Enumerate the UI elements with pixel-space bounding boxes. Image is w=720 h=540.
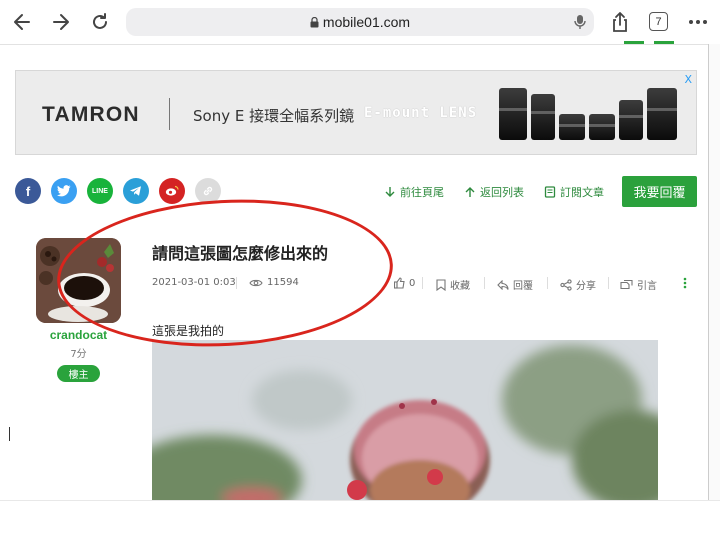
lens-image: [559, 114, 585, 140]
side-panel-edge: [708, 44, 720, 500]
reload-icon[interactable]: [88, 10, 112, 34]
ad-brand-logo: TAMRON: [42, 103, 140, 126]
share-link[interactable]: 分享: [560, 277, 596, 292]
share-label: 分享: [576, 281, 596, 292]
share-nodes-icon: [560, 278, 572, 291]
more-menu-icon[interactable]: [686, 10, 710, 34]
lens-image: [619, 100, 643, 140]
document-icon: [544, 186, 556, 198]
back-to-list-label: 返回列表: [480, 186, 524, 199]
quote-icon: [620, 279, 633, 290]
arrow-up-icon: [465, 187, 475, 197]
reply-icon: [497, 279, 509, 290]
arrow-down-icon: [385, 187, 395, 197]
back-to-list-link[interactable]: 返回列表: [464, 184, 524, 200]
bottom-area: [0, 500, 720, 540]
lens-image: [589, 114, 615, 140]
bookmark-button[interactable]: 收藏: [436, 277, 470, 292]
microphone-icon[interactable]: [574, 14, 586, 34]
tab-count-button[interactable]: 7: [649, 12, 668, 31]
lens-image: [499, 88, 527, 140]
reply-link[interactable]: 回覆: [497, 277, 533, 292]
author-score: 7分: [70, 349, 87, 360]
ad-tagline: Sony E 接環全幅系列鏡: [193, 107, 355, 125]
telegram-share-icon[interactable]: [123, 178, 149, 204]
post-photo[interactable]: [152, 340, 658, 500]
facebook-share-icon[interactable]: f: [15, 178, 41, 204]
subscribe-label: 訂閱文章: [560, 186, 604, 199]
browser-toolbar: mobile01.com 7: [0, 0, 720, 42]
ad-divider: [169, 98, 170, 130]
goto-end-link[interactable]: 前往頁尾: [384, 184, 444, 200]
more-options-icon[interactable]: [683, 277, 691, 289]
bookmark-label: 收藏: [450, 281, 470, 292]
subscribe-link[interactable]: 訂閱文章: [544, 184, 604, 200]
divider: [484, 277, 485, 289]
text-cursor: [9, 427, 10, 441]
like-icon: [394, 277, 405, 289]
divider: [0, 44, 720, 45]
lock-icon: [310, 16, 319, 27]
line-share-icon[interactable]: LINE: [87, 178, 113, 204]
forward-arrow-icon[interactable]: [49, 10, 73, 34]
role-badge: 樓主: [57, 365, 100, 382]
reply-label: 回覆: [513, 281, 533, 292]
goto-end-label: 前往頁尾: [400, 186, 444, 199]
back-arrow-icon[interactable]: [10, 10, 34, 34]
reply-button[interactable]: 我要回覆: [622, 176, 697, 207]
weibo-share-icon[interactable]: [159, 178, 185, 204]
like-count-text: 0: [409, 277, 416, 289]
divider: [547, 277, 548, 289]
lens-image: [647, 88, 677, 140]
url-text: mobile01.com: [322, 14, 411, 30]
ad-tagline-en: E-mount LENS: [364, 105, 478, 121]
bookmark-icon: [436, 278, 446, 291]
divider: [422, 277, 423, 289]
ad-close-icon[interactable]: X: [684, 73, 692, 86]
quote-link[interactable]: 引言: [620, 277, 657, 292]
address-bar[interactable]: mobile01.com: [126, 8, 594, 36]
ad-banner[interactable]: TAMRON Sony E 接環全幅系列鏡 E-mount LENS X: [15, 70, 697, 155]
like-count[interactable]: 0: [394, 277, 415, 289]
quote-label: 引言: [637, 281, 657, 292]
divider: [608, 277, 609, 289]
lens-image: [531, 94, 555, 140]
share-icon[interactable]: [608, 10, 632, 34]
twitter-share-icon[interactable]: [51, 178, 77, 204]
